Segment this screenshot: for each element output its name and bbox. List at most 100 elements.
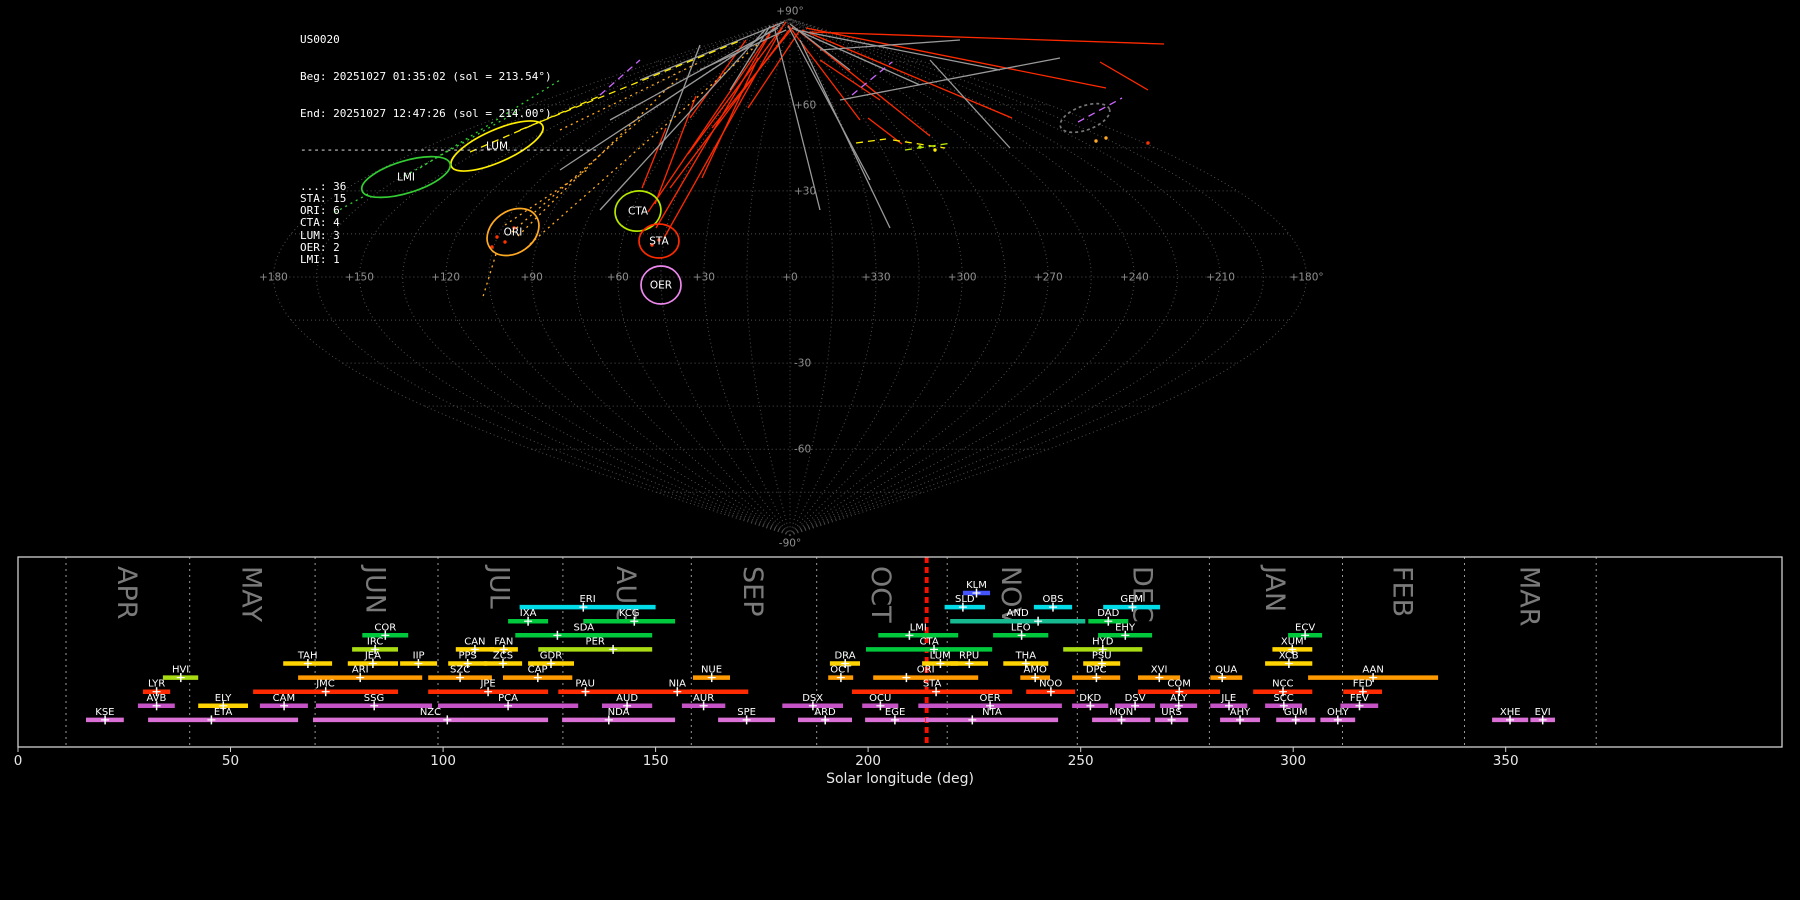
month-label: JAN <box>1259 564 1290 612</box>
map-lon-label: +270 <box>1034 272 1063 284</box>
map-dot <box>1094 139 1097 142</box>
map-lat-label: +30 <box>794 185 816 197</box>
shower-code-label: ORI <box>917 665 935 676</box>
activity-timeline: APRMAYJUNJULAUGSEPOCTNOVDECJANFEBMARKLME… <box>0 552 1800 900</box>
shower-code-label: DAD <box>1097 608 1119 619</box>
shower-pca: PCA <box>438 693 578 711</box>
x-tick-label: 300 <box>1280 753 1306 769</box>
shower-code-label: ETA <box>214 707 233 718</box>
count-line: ORI: 6 <box>300 205 598 217</box>
map-lon-label: +240 <box>1120 272 1149 284</box>
shower-sld: SLD <box>945 594 985 612</box>
meteor-trail <box>856 139 886 143</box>
meteor-trail <box>810 32 1164 44</box>
meteor-trail <box>640 22 784 80</box>
month-label: MAR <box>1513 566 1544 627</box>
shower-kcg: KCG <box>583 608 675 626</box>
shower-code-label: ECV <box>1295 622 1315 633</box>
map-lon-label: +330 <box>862 272 891 284</box>
map-dot <box>933 148 936 151</box>
shower-code-label: IRC <box>367 636 383 647</box>
x-tick-label: 100 <box>430 753 456 769</box>
shower-code-label: OCT <box>830 665 852 676</box>
month-label: SEP <box>737 566 768 616</box>
shower-code-label: XHE <box>1500 707 1521 718</box>
shower-code-label: PCA <box>498 693 518 704</box>
x-axis-title: Solar longitude (deg) <box>826 771 974 787</box>
shower-avb: AVB <box>138 693 175 711</box>
info-header: US0020 Beg: 20251027 01:35:02 (sol = 213… <box>300 10 598 291</box>
shower-code-label: MON <box>1109 707 1133 718</box>
shower-code-label: GUM <box>1284 707 1308 718</box>
month-label: FEB <box>1387 566 1418 617</box>
shower-eta: ETA <box>148 707 298 725</box>
shower-code-label: DSX <box>802 693 823 704</box>
shower-code-label: SSG <box>364 693 384 704</box>
shower-pau: PAU <box>558 679 612 697</box>
shower-code-label: OER <box>980 693 1001 704</box>
shower-code-label: EGE <box>885 707 905 718</box>
shower-code-label: JEA <box>364 651 381 662</box>
map-dot <box>918 145 921 148</box>
shower-code-label: ALY <box>1170 693 1188 704</box>
shower-code-label: JPE <box>479 679 495 690</box>
map-lon-label: +180° <box>1290 272 1324 284</box>
shower-dpc: DPC <box>1072 665 1120 683</box>
shower-aan: AAN <box>1308 665 1438 683</box>
shower-cam: CAM <box>260 693 308 711</box>
meteor-trail <box>905 143 952 150</box>
shower-code-label: COR <box>374 622 396 633</box>
meteor-trail <box>600 60 640 95</box>
shower-evi: EVI <box>1530 707 1555 725</box>
shower-code-label: ARI <box>352 665 369 676</box>
shower-code-label: HYD <box>1092 636 1114 647</box>
shower-nta: NTA <box>926 707 1058 725</box>
shower-code-label: AMO <box>1024 665 1047 676</box>
shower-code-label: NOO <box>1039 679 1062 690</box>
shower-lmi: LMI <box>878 622 958 640</box>
shower-code-label: IXA <box>520 608 537 619</box>
shower-code-label: XUM <box>1281 636 1304 647</box>
shower-code-label: TAH <box>297 651 318 662</box>
shower-code-label: FAN <box>494 636 513 647</box>
shower-code-label: LYR <box>148 679 165 690</box>
meteor-trail <box>702 58 758 178</box>
map-lon-label: +180 <box>259 272 288 284</box>
shower-ssg: SSG <box>316 693 432 711</box>
shower-jpe: JPE <box>428 679 548 697</box>
shower-code-label: LEO <box>1011 622 1031 633</box>
shower-ard: ARD <box>798 707 852 725</box>
shower-code-label: NIA <box>669 679 686 690</box>
radiant-label: OER <box>650 280 672 292</box>
shower-code-label: KSE <box>95 707 114 718</box>
shower-nda: NDA <box>562 707 675 725</box>
shower-code-label: CAN <box>464 636 485 647</box>
shower-ixa: IXA <box>508 608 548 626</box>
map-dot <box>1146 141 1149 144</box>
shower-zcs: ZCS <box>484 651 522 669</box>
shower-hvi: HVI <box>163 665 198 683</box>
shower-code-label: ARD <box>814 707 836 718</box>
map-lon-label: +30 <box>693 272 715 284</box>
shower-code-label: FED <box>1353 679 1373 690</box>
shower-urs: URS <box>1155 707 1188 725</box>
shower-code-label: LUM <box>930 651 951 662</box>
map-lat-label: +60 <box>794 99 816 111</box>
shower-code-label: SLD <box>955 594 975 605</box>
shower-code-label: KLM <box>966 580 987 591</box>
shower-gum: GUM <box>1276 707 1315 725</box>
shower-nue: NUE <box>693 665 730 683</box>
shower-code-label: ZCS <box>493 651 513 662</box>
sky-map: LUMLMIORICTASTAOER+180+150+120+90+60+30+… <box>0 0 1800 552</box>
shower-aur: AUR <box>682 693 725 711</box>
x-tick-label: 50 <box>222 753 239 769</box>
map-lon-label: +60 <box>607 272 629 284</box>
shower-code-label: SPE <box>737 707 756 718</box>
shower-code-label: AAN <box>1362 665 1383 676</box>
map-pole-label-top: +90° <box>776 6 803 18</box>
shower-cap: CAP <box>503 665 572 683</box>
map-dot <box>1104 136 1107 139</box>
shower-code-label: OHY <box>1327 707 1349 718</box>
count-line: OER: 2 <box>300 242 598 254</box>
shower-code-label: DSV <box>1125 693 1146 704</box>
